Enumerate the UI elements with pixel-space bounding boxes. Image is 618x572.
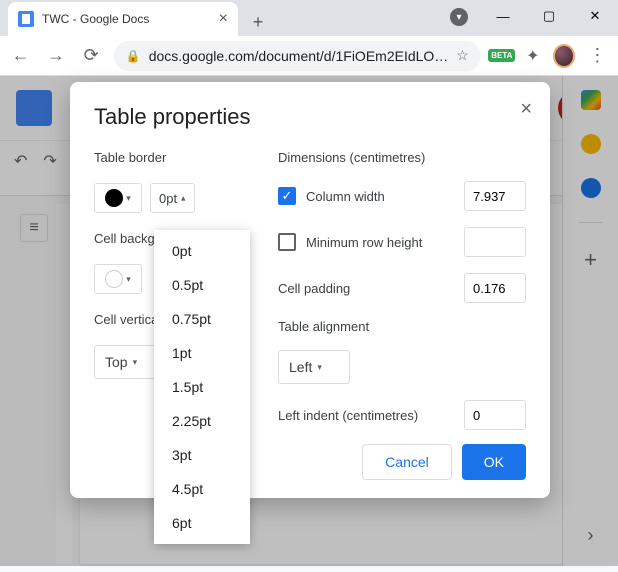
alignment-value: Left xyxy=(289,359,312,375)
extensions-icon[interactable]: ✦ xyxy=(523,45,543,67)
star-icon[interactable]: ☆ xyxy=(456,47,469,64)
browser-titlebar: TWC - Google Docs × + ▾ — ▢ ✕ xyxy=(0,0,618,36)
border-width-option[interactable]: 0.5pt xyxy=(154,268,250,302)
border-width-option[interactable]: 1.5pt xyxy=(154,370,250,404)
min-row-height-input[interactable] xyxy=(464,227,526,257)
dialog-close-button[interactable]: × xyxy=(520,98,532,121)
close-tab-icon[interactable]: × xyxy=(219,10,228,28)
docs-favicon-icon xyxy=(18,11,34,27)
dialog-title: Table properties xyxy=(94,104,526,130)
browser-toolbar: ← → ⟳ 🔒 docs.google.com/document/d/1FiOE… xyxy=(0,36,618,76)
border-width-dropdown[interactable]: 0pt ▾ xyxy=(150,183,195,213)
column-width-checkbox[interactable]: ✓ xyxy=(278,187,296,205)
dimensions-label: Dimensions (centimetres) xyxy=(278,150,526,165)
cell-padding-input[interactable] xyxy=(464,273,526,303)
left-indent-label: Left indent (centimetres) xyxy=(278,408,454,423)
cell-padding-label: Cell padding xyxy=(278,281,454,296)
extension-beta-icon[interactable]: BETA xyxy=(491,45,513,67)
column-width-input[interactable] xyxy=(464,181,526,211)
maximize-button[interactable]: ▢ xyxy=(526,0,572,32)
column-width-label: Column width xyxy=(306,189,454,204)
left-indent-input[interactable] xyxy=(464,400,526,430)
table-properties-dialog: Table properties × Table border ▾ 0pt ▾ … xyxy=(70,82,550,498)
profile-indicator-icon[interactable]: ▾ xyxy=(450,8,468,26)
border-width-option[interactable]: 3pt xyxy=(154,438,250,472)
chevron-down-icon: ▾ xyxy=(126,193,131,204)
cell-background-button[interactable]: ▾ xyxy=(94,264,142,294)
border-width-option[interactable]: 1pt xyxy=(154,336,250,370)
border-width-option[interactable]: 0.75pt xyxy=(154,302,250,336)
reload-button[interactable]: ⟳ xyxy=(79,42,104,70)
border-width-option[interactable]: 4.5pt xyxy=(154,472,250,506)
address-bar[interactable]: 🔒 docs.google.com/document/d/1FiOEm2EIdL… xyxy=(114,41,481,71)
border-width-menu: 0pt0.5pt0.75pt1pt1.5pt2.25pt3pt4.5pt6pt xyxy=(154,230,250,544)
table-border-label: Table border xyxy=(94,150,264,165)
browser-menu-button[interactable]: ⋮ xyxy=(585,42,610,70)
ok-button[interactable]: OK xyxy=(462,444,526,480)
min-row-height-checkbox[interactable] xyxy=(278,233,296,251)
border-width-value: 0pt xyxy=(159,191,177,206)
chevron-down-icon: ▾ xyxy=(126,274,131,285)
border-width-option[interactable]: 2.25pt xyxy=(154,404,250,438)
url-text: docs.google.com/document/d/1FiOEm2EIdLO… xyxy=(149,48,449,64)
border-color-button[interactable]: ▾ xyxy=(94,183,142,213)
table-alignment-label: Table alignment xyxy=(278,319,526,334)
new-tab-button[interactable]: + xyxy=(244,8,272,36)
border-width-option[interactable]: 6pt xyxy=(154,506,250,540)
chevron-up-icon: ▾ xyxy=(181,193,186,204)
chevron-down-icon: ▾ xyxy=(133,357,138,368)
vertical-align-value: Top xyxy=(105,354,128,370)
white-swatch-icon xyxy=(105,270,123,288)
border-width-option[interactable]: 0pt xyxy=(154,234,250,268)
profile-avatar[interactable] xyxy=(553,44,575,68)
lock-icon: 🔒 xyxy=(126,49,141,63)
min-row-height-label: Minimum row height xyxy=(306,235,454,250)
close-window-button[interactable]: ✕ xyxy=(572,0,618,32)
browser-tab[interactable]: TWC - Google Docs × xyxy=(8,2,238,36)
cancel-button[interactable]: Cancel xyxy=(362,444,452,480)
chevron-down-icon: ▾ xyxy=(317,362,322,373)
minimize-button[interactable]: — xyxy=(480,0,526,32)
tab-title: TWC - Google Docs xyxy=(42,12,211,26)
forward-button[interactable]: → xyxy=(43,42,68,70)
back-button[interactable]: ← xyxy=(8,42,33,70)
black-swatch-icon xyxy=(105,189,123,207)
alignment-dropdown[interactable]: Left ▾ xyxy=(278,350,350,384)
window-controls: — ▢ ✕ xyxy=(480,0,618,32)
